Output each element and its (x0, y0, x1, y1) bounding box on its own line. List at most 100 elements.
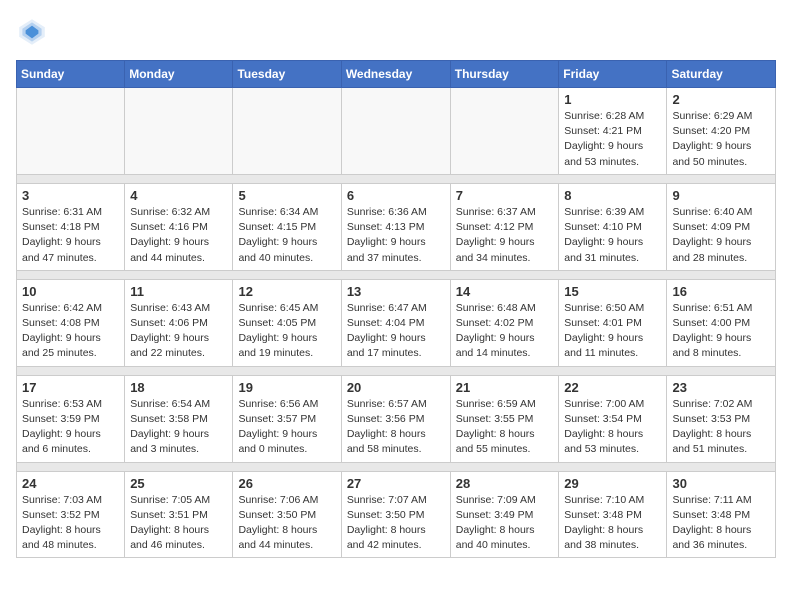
week-separator (17, 174, 776, 183)
calendar-cell: 28Sunrise: 7:09 AM Sunset: 3:49 PM Dayli… (450, 471, 559, 558)
day-number: 10 (22, 284, 119, 299)
weekday-header-saturday: Saturday (667, 61, 776, 88)
day-number: 18 (130, 380, 227, 395)
logo-icon (16, 16, 48, 48)
calendar-cell: 27Sunrise: 7:07 AM Sunset: 3:50 PM Dayli… (341, 471, 450, 558)
day-number: 16 (672, 284, 770, 299)
day-number: 29 (564, 476, 661, 491)
week-separator (17, 366, 776, 375)
day-number: 14 (456, 284, 554, 299)
calendar-cell: 18 Sunrise: 6:54 AM Sunset: 3:58 PM Dayli… (125, 375, 233, 462)
separator-cell (17, 174, 776, 183)
calendar-cell: 30 Sunrise: 7:11 AM Sunset: 3:48 PM Dayli… (667, 471, 776, 558)
calendar-cell: 25Sunrise: 7:05 AM Sunset: 3:51 PM Dayli… (125, 471, 233, 558)
day-info: Sunrise: 7:11 AM Sunset: 3:48 PM Dayligh… (672, 493, 770, 554)
day-info: Sunrise: 6:50 AM Sunset: 4:01 PM Dayligh… (564, 301, 661, 362)
day-info: Sunrise: 6:47 AM Sunset: 4:04 PM Dayligh… (347, 301, 445, 362)
calendar-cell: 15Sunrise: 6:50 AM Sunset: 4:01 PM Dayli… (559, 279, 667, 366)
day-info: Sunrise: 6:31 AM Sunset: 4:18 PM Dayligh… (22, 205, 119, 266)
day-number: 7 (456, 188, 554, 203)
day-info: Sunrise: 7:02 AM Sunset: 3:53 PM Dayligh… (672, 397, 770, 458)
calendar-cell: 10Sunrise: 6:42 AM Sunset: 4:08 PM Dayli… (17, 279, 125, 366)
calendar-cell: 16 Sunrise: 6:51 AM Sunset: 4:00 PM Dayli… (667, 279, 776, 366)
day-info: Sunrise: 7:03 AM Sunset: 3:52 PM Dayligh… (22, 493, 119, 554)
day-info: Sunrise: 6:45 AM Sunset: 4:05 PM Dayligh… (238, 301, 335, 362)
calendar-week-2: 3 Sunrise: 6:31 AM Sunset: 4:18 PM Daylig… (17, 183, 776, 270)
calendar-cell (17, 88, 125, 175)
calendar-week-1: 1Sunrise: 6:28 AM Sunset: 4:21 PM Daylig… (17, 88, 776, 175)
day-number: 17 (22, 380, 119, 395)
calendar-table: SundayMondayTuesdayWednesdayThursdayFrid… (16, 60, 776, 558)
day-info: Sunrise: 6:48 AM Sunset: 4:02 PM Dayligh… (456, 301, 554, 362)
calendar-cell: 5 Sunrise: 6:34 AM Sunset: 4:15 PM Daylig… (233, 183, 341, 270)
calendar-cell: 7 Sunrise: 6:37 AM Sunset: 4:12 PM Daylig… (450, 183, 559, 270)
day-number: 19 (238, 380, 335, 395)
weekday-header-monday: Monday (125, 61, 233, 88)
day-info: Sunrise: 7:05 AM Sunset: 3:51 PM Dayligh… (130, 493, 227, 554)
day-info: Sunrise: 6:36 AM Sunset: 4:13 PM Dayligh… (347, 205, 445, 266)
day-info: Sunrise: 6:34 AM Sunset: 4:15 PM Dayligh… (238, 205, 335, 266)
calendar-cell: 29 Sunrise: 7:10 AM Sunset: 3:48 PM Dayli… (559, 471, 667, 558)
logo (16, 16, 54, 48)
calendar-cell: 3 Sunrise: 6:31 AM Sunset: 4:18 PM Daylig… (17, 183, 125, 270)
day-number: 28 (456, 476, 554, 491)
day-number: 8 (564, 188, 661, 203)
calendar-cell: 1Sunrise: 6:28 AM Sunset: 4:21 PM Daylig… (559, 88, 667, 175)
calendar-header-row: SundayMondayTuesdayWednesdayThursdayFrid… (17, 61, 776, 88)
calendar-cell: 6 Sunrise: 6:36 AM Sunset: 4:13 PM Daylig… (341, 183, 450, 270)
calendar-cell: 4Sunrise: 6:32 AM Sunset: 4:16 PM Daylig… (125, 183, 233, 270)
calendar-cell: 20 Sunrise: 6:57 AM Sunset: 3:56 PM Dayli… (341, 375, 450, 462)
day-number: 20 (347, 380, 445, 395)
day-number: 6 (347, 188, 445, 203)
day-info: Sunrise: 6:51 AM Sunset: 4:00 PM Dayligh… (672, 301, 770, 362)
weekday-header-sunday: Sunday (17, 61, 125, 88)
day-number: 24 (22, 476, 119, 491)
calendar-cell: 21Sunrise: 6:59 AM Sunset: 3:55 PM Dayli… (450, 375, 559, 462)
calendar-cell: 9 Sunrise: 6:40 AM Sunset: 4:09 PM Daylig… (667, 183, 776, 270)
day-number: 9 (672, 188, 770, 203)
calendar-cell (233, 88, 341, 175)
calendar-cell: 8 Sunrise: 6:39 AM Sunset: 4:10 PM Daylig… (559, 183, 667, 270)
day-info: Sunrise: 6:59 AM Sunset: 3:55 PM Dayligh… (456, 397, 554, 458)
day-info: Sunrise: 6:53 AM Sunset: 3:59 PM Dayligh… (22, 397, 119, 458)
day-info: Sunrise: 6:56 AM Sunset: 3:57 PM Dayligh… (238, 397, 335, 458)
day-info: Sunrise: 7:06 AM Sunset: 3:50 PM Dayligh… (238, 493, 335, 554)
calendar-week-4: 17 Sunrise: 6:53 AM Sunset: 3:59 PM Dayli… (17, 375, 776, 462)
calendar-cell: 17 Sunrise: 6:53 AM Sunset: 3:59 PM Dayli… (17, 375, 125, 462)
day-info: Sunrise: 6:54 AM Sunset: 3:58 PM Dayligh… (130, 397, 227, 458)
day-number: 13 (347, 284, 445, 299)
day-info: Sunrise: 7:07 AM Sunset: 3:50 PM Dayligh… (347, 493, 445, 554)
day-number: 30 (672, 476, 770, 491)
calendar-cell: 26 Sunrise: 7:06 AM Sunset: 3:50 PM Dayli… (233, 471, 341, 558)
weekday-header-thursday: Thursday (450, 61, 559, 88)
day-info: Sunrise: 7:10 AM Sunset: 3:48 PM Dayligh… (564, 493, 661, 554)
weekday-header-tuesday: Tuesday (233, 61, 341, 88)
day-info: Sunrise: 6:39 AM Sunset: 4:10 PM Dayligh… (564, 205, 661, 266)
calendar-week-5: 24 Sunrise: 7:03 AM Sunset: 3:52 PM Dayli… (17, 471, 776, 558)
calendar-cell: 23 Sunrise: 7:02 AM Sunset: 3:53 PM Dayli… (667, 375, 776, 462)
day-number: 23 (672, 380, 770, 395)
day-info: Sunrise: 6:57 AM Sunset: 3:56 PM Dayligh… (347, 397, 445, 458)
day-number: 3 (22, 188, 119, 203)
weekday-header-wednesday: Wednesday (341, 61, 450, 88)
day-info: Sunrise: 7:00 AM Sunset: 3:54 PM Dayligh… (564, 397, 661, 458)
day-info: Sunrise: 6:29 AM Sunset: 4:20 PM Dayligh… (672, 109, 770, 170)
calendar-cell: 22Sunrise: 7:00 AM Sunset: 3:54 PM Dayli… (559, 375, 667, 462)
week-separator (17, 462, 776, 471)
calendar-cell: 13 Sunrise: 6:47 AM Sunset: 4:04 PM Dayli… (341, 279, 450, 366)
day-info: Sunrise: 6:43 AM Sunset: 4:06 PM Dayligh… (130, 301, 227, 362)
page-header (16, 16, 776, 48)
day-number: 11 (130, 284, 227, 299)
week-separator (17, 270, 776, 279)
calendar-cell: 24 Sunrise: 7:03 AM Sunset: 3:52 PM Dayli… (17, 471, 125, 558)
calendar-cell: 12Sunrise: 6:45 AM Sunset: 4:05 PM Dayli… (233, 279, 341, 366)
weekday-header-friday: Friday (559, 61, 667, 88)
day-info: Sunrise: 6:40 AM Sunset: 4:09 PM Dayligh… (672, 205, 770, 266)
calendar-cell: 19 Sunrise: 6:56 AM Sunset: 3:57 PM Dayli… (233, 375, 341, 462)
calendar-cell (341, 88, 450, 175)
calendar-cell: 2Sunrise: 6:29 AM Sunset: 4:20 PM Daylig… (667, 88, 776, 175)
calendar-cell (450, 88, 559, 175)
day-number: 5 (238, 188, 335, 203)
day-number: 26 (238, 476, 335, 491)
day-info: Sunrise: 6:37 AM Sunset: 4:12 PM Dayligh… (456, 205, 554, 266)
